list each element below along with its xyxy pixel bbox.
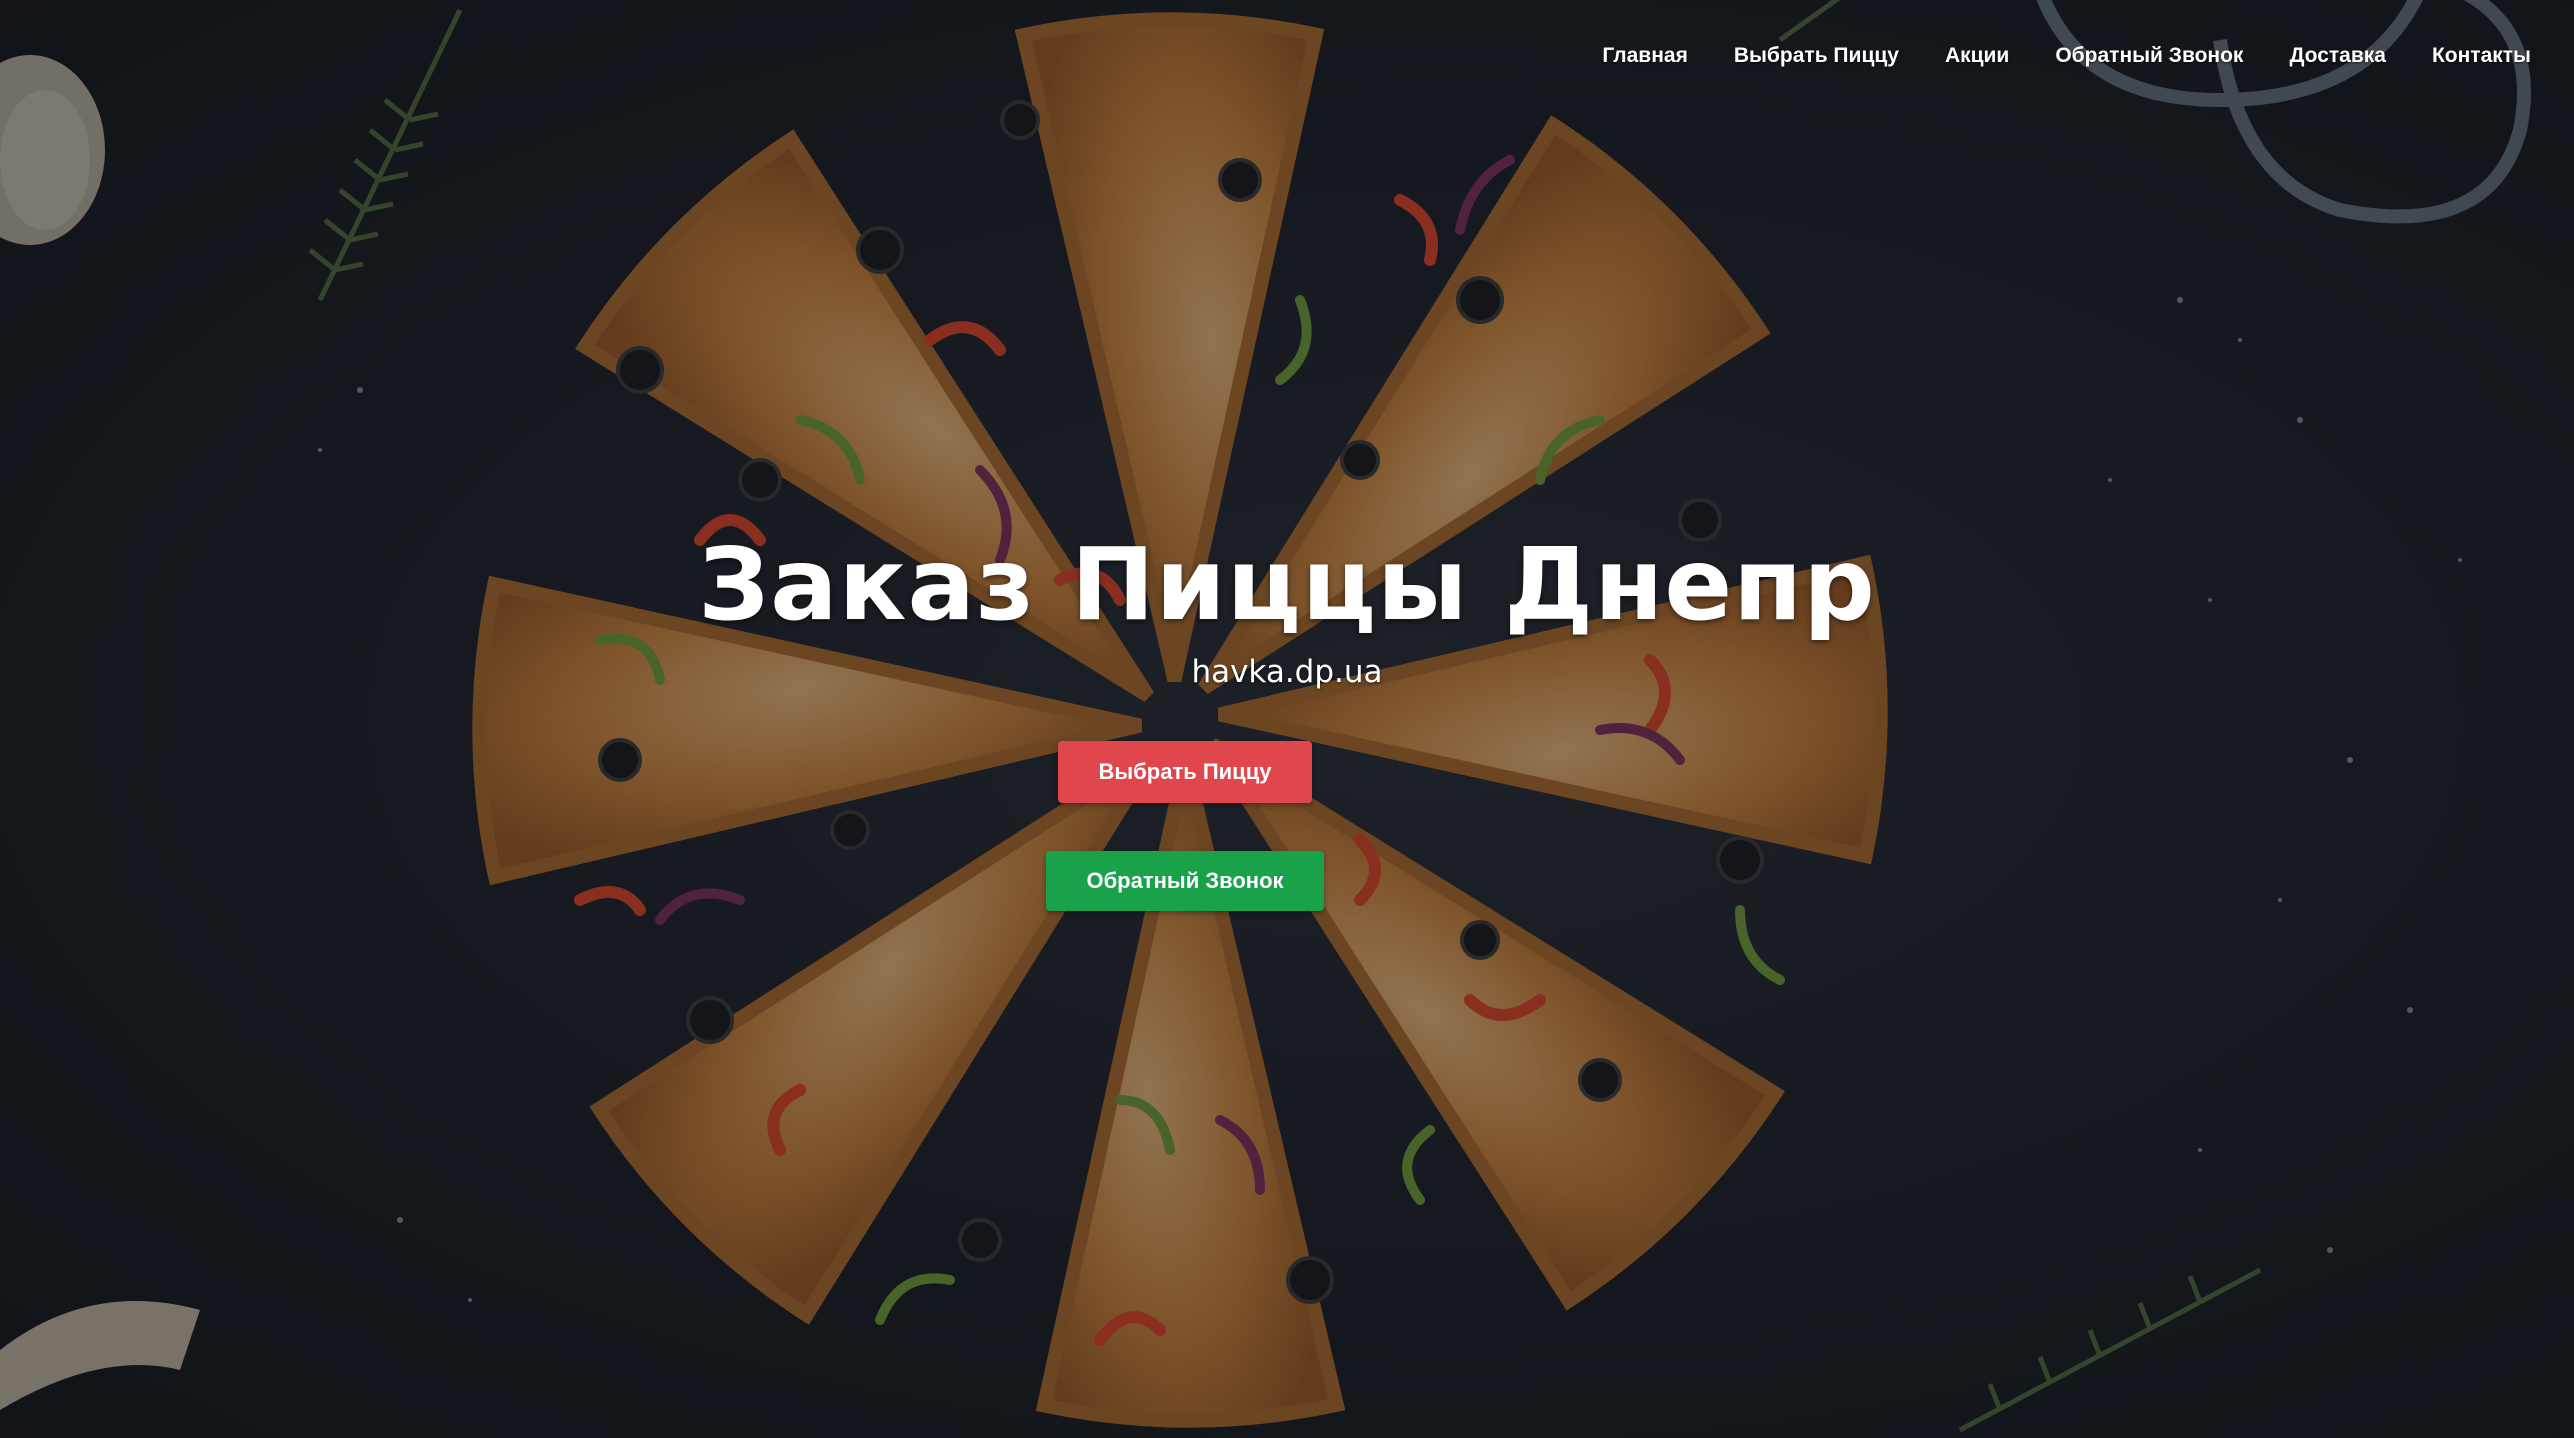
nav-item-callback[interactable]: Обратный Звонок (2032, 40, 2266, 72)
nav-item-home[interactable]: Главная (1579, 40, 1710, 72)
site-domain: havka.dp.ua (1191, 654, 1383, 690)
callback-button[interactable]: Обратный Звонок (1046, 851, 1324, 911)
hero-section: Главная Выбрать Пиццу Акции Обратный Зво… (0, 0, 2574, 1438)
hero-content: Заказ Пиццы Днепр havka.dp.ua (0, 520, 2574, 694)
nav-item-promotions[interactable]: Акции (1922, 40, 2032, 72)
choose-pizza-button[interactable]: Выбрать Пиццу (1058, 741, 1312, 803)
nav-item-choose-pizza[interactable]: Выбрать Пиццу (1711, 40, 1922, 72)
page-title: Заказ Пиццы Днепр (698, 526, 1876, 643)
nav-item-delivery[interactable]: Доставка (2266, 40, 2409, 72)
nav-item-contacts[interactable]: Контакты (2409, 40, 2554, 72)
main-nav: Главная Выбрать Пиццу Акции Обратный Зво… (1579, 40, 2554, 72)
dark-overlay (0, 0, 2574, 1438)
